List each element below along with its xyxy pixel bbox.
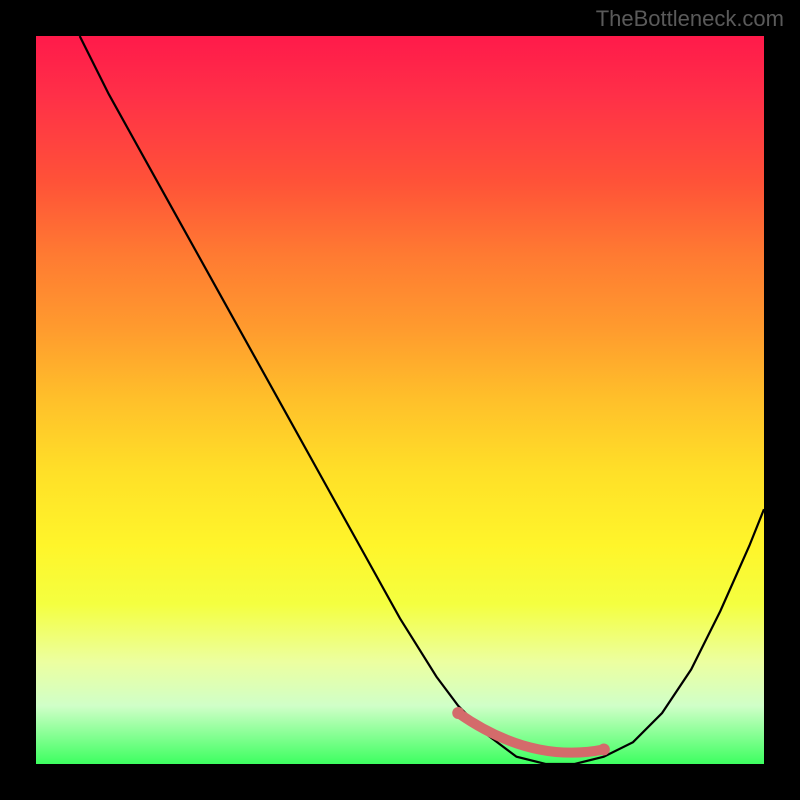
chart-curve-line	[80, 36, 764, 764]
chart-bottom-accent	[458, 713, 604, 753]
chart-accent-dot-right	[598, 743, 610, 755]
watermark-text: TheBottleneck.com	[596, 6, 784, 32]
chart-svg	[36, 36, 764, 764]
chart-plot-area	[36, 36, 764, 764]
chart-accent-dot-left	[452, 707, 464, 719]
